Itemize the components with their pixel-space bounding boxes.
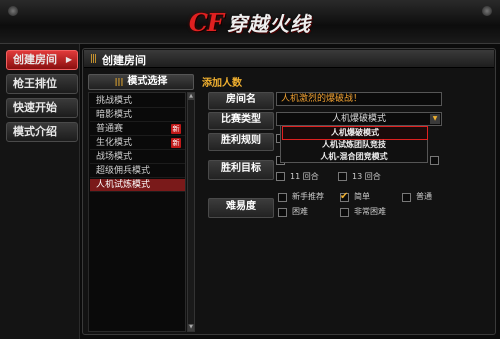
dropdown-option-selected[interactable]: 人机爆破模式	[282, 126, 428, 140]
difficulty-label: 难易度	[208, 198, 274, 218]
mode-item[interactable]: 生化模式 新	[90, 137, 185, 150]
rounds-11-checkbox[interactable]	[276, 172, 285, 181]
match-type-dropdown: 人机爆破模式 人机试炼团队竞技 人机-混合团竞模式	[280, 125, 428, 163]
match-type-select[interactable]: 人机爆破模式 ▼	[276, 112, 442, 126]
difficulty-very-hard-label: 非常困难	[354, 207, 386, 216]
nav-item-label: 枪王排位	[13, 77, 57, 90]
rounds-13-label: 13 回合	[352, 172, 381, 181]
mode-label: 普通赛	[96, 124, 124, 134]
difficulty-normal-label: 普通	[416, 192, 432, 201]
chevron-down-icon[interactable]: ▼	[430, 114, 440, 124]
mode-list: 挑战模式 暗影模式 普通赛新 生化模式新 战场模式 超级佣兵模式 人机试炼模式	[88, 92, 186, 332]
panel-title: 创建房间	[102, 54, 146, 67]
bolt-icon	[8, 6, 18, 16]
difficulty-hard-label: 困难	[292, 207, 308, 216]
rounds-11-label: 11 回合	[290, 172, 319, 181]
dropdown-option[interactable]: 人机试炼团队竞技	[282, 139, 426, 151]
mode-item-selected[interactable]: 人机试炼模式	[90, 179, 185, 192]
panel-header: ||| 创建房间	[84, 50, 494, 68]
game-logo: CF 穿越火线	[160, 6, 340, 38]
new-badge: 新	[171, 124, 181, 134]
difficulty-very-hard-checkbox[interactable]	[340, 208, 349, 217]
mode-label: 暗影模式	[96, 110, 133, 120]
bars-icon: |||	[114, 77, 124, 86]
mode-item[interactable]: 超级佣兵模式	[90, 165, 185, 178]
nav-item-label: 模式介绍	[13, 125, 57, 138]
difficulty-normal-checkbox[interactable]	[402, 193, 411, 202]
dropdown-option[interactable]: 人机-混合团竞模式	[282, 151, 426, 163]
mode-item[interactable]: 普通赛 新	[90, 123, 185, 136]
mode-item[interactable]: 挑战模式	[90, 95, 185, 108]
difficulty-easy-label: 简单	[354, 192, 370, 201]
form-header: 添加人数	[202, 78, 242, 89]
bolt-icon	[482, 6, 492, 16]
bars-icon: |||	[90, 54, 97, 64]
nav-item-label: 创建房间	[13, 53, 57, 66]
mode-label: 战场模式	[96, 152, 133, 162]
nav-item-label: 快速开始	[13, 101, 57, 114]
mode-list-header: ||| 模式选择	[88, 74, 194, 90]
mode-label: 超级佣兵模式	[96, 166, 151, 176]
mode-label: 挑战模式	[96, 96, 133, 106]
nav-ranked-button[interactable]: 枪王排位	[6, 74, 78, 94]
mode-item[interactable]: 战场模式	[90, 151, 185, 164]
scroll-down-icon[interactable]: ▼	[188, 324, 194, 331]
win-rule-label: 胜利规则	[208, 133, 274, 151]
win-target-checkbox[interactable]	[430, 156, 439, 165]
mode-list-title: 模式选择	[127, 76, 168, 87]
nav-quick-start-button[interactable]: 快速开始	[6, 98, 78, 118]
rounds-13-checkbox[interactable]	[338, 172, 347, 181]
logo-mark: CF	[188, 7, 224, 37]
nav-create-room-button[interactable]: 创建房间 ▶	[6, 50, 78, 70]
check-icon: ✔	[340, 191, 349, 202]
nav-mode-intro-button[interactable]: 模式介绍	[6, 122, 78, 142]
mode-label: 生化模式	[96, 138, 133, 148]
mode-label: 人机试炼模式	[96, 180, 151, 190]
match-type-label: 比赛类型	[208, 112, 274, 130]
new-badge: 新	[171, 138, 181, 148]
difficulty-hard-checkbox[interactable]	[278, 208, 287, 217]
room-name-label: 房间名	[208, 92, 274, 110]
match-type-value: 人机爆破模式	[331, 114, 386, 124]
scroll-up-icon[interactable]: ▲	[188, 93, 194, 100]
left-nav: 创建房间 ▶ 枪王排位 快速开始 模式介绍	[0, 44, 80, 339]
win-target-label: 胜利目标	[208, 160, 274, 180]
mode-list-scrollbar[interactable]: ▲ ▼	[187, 92, 195, 332]
room-name-input[interactable]: 人机激烈的爆破战！	[276, 92, 442, 106]
logo-title: 穿越火线	[227, 11, 312, 36]
arrow-right-icon: ▶	[65, 55, 72, 64]
difficulty-novice-label: 新手推荐	[292, 192, 324, 201]
mode-item[interactable]: 暗影模式	[90, 109, 185, 122]
difficulty-novice-checkbox[interactable]	[278, 193, 287, 202]
